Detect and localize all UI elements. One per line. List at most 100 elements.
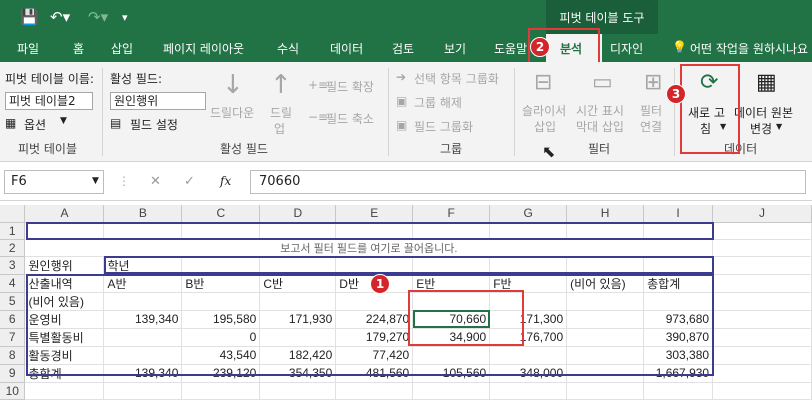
column-header[interactable]: J [712,205,812,223]
row-header[interactable]: 5 [0,292,26,311]
row-header[interactable]: 7 [0,328,26,347]
change-source-label-2: 변경 [750,122,773,136]
chevron-down-icon: ▼ [776,122,783,131]
step-badge-3: 3 [666,84,686,104]
change-source-icon: ▦ [756,70,777,95]
drill-up-icon: ↑ [270,70,292,100]
tab-page-layout[interactable]: 페이지 레이아웃 [163,40,244,57]
name-box-dropdown-icon[interactable]: ▼ [92,176,99,186]
insert-function-icon[interactable]: fx [220,174,231,188]
group-field-button[interactable]: 필드 그룹화 [414,118,473,135]
cell[interactable] [103,382,183,400]
mouse-cursor-icon: ⬉ [542,142,556,161]
cell[interactable]: 보고서 필터 필드를 여기로 끌어옵니다. [24,239,714,257]
cancel-icon[interactable]: ✕ [150,174,161,189]
cell[interactable] [712,274,812,293]
pivot-name-input[interactable]: 피벗 테이블2 [5,92,93,110]
group-selection-button[interactable]: 선택 항목 그룹화 [414,70,499,87]
tab-home[interactable]: 홈 [73,40,84,57]
cell[interactable] [412,382,491,400]
column-header[interactable]: B [103,205,183,223]
cell[interactable] [712,239,812,257]
cell[interactable] [712,222,812,240]
highlight-values [408,290,524,346]
separator [388,68,389,156]
row-header[interactable]: 10 [0,382,26,400]
row-header[interactable]: 9 [0,364,26,383]
column-header[interactable]: C [181,205,261,223]
cell[interactable] [335,382,414,400]
filter-connections-button[interactable]: 필터 [640,102,662,119]
drill-down-button[interactable]: 드릴다운 [210,104,254,121]
cell[interactable] [489,382,568,400]
group-pivot-label: 피벗 테이블 [18,142,78,156]
drill-up-button[interactable]: 드릴 [270,104,292,121]
column-header[interactable]: D [259,205,337,223]
ungroup-button[interactable]: 그룹 해제 [414,94,462,111]
save-icon[interactable]: 💾 [20,8,39,26]
row-header[interactable]: 2 [0,239,26,257]
group-active-label: 활성 필드 [220,142,268,156]
filter-connections-label-2: 연결 [640,120,663,134]
customize-qat-icon[interactable]: ▾ [122,11,128,24]
separator [674,68,675,156]
tab-formulas[interactable]: 수식 [277,40,299,57]
redo-icon[interactable]: ↷▾ [88,8,108,26]
options-button[interactable]: 옵션 [24,116,46,133]
select-all-corner[interactable] [0,205,26,223]
active-field-input[interactable]: 원인행위 [110,92,206,110]
column-header[interactable]: A [24,205,105,223]
row-header[interactable]: 6 [0,310,26,329]
tab-help[interactable]: 도움말 [494,40,527,57]
tab-data[interactable]: 데이터 [330,40,363,57]
more-icon: ⋮ [118,174,130,188]
column-header[interactable]: H [566,205,645,223]
cell[interactable] [566,382,645,400]
pivot-table-body [26,274,714,376]
tab-insert[interactable]: 삽입 [111,40,133,57]
column-header[interactable]: I [643,205,714,223]
tell-me-search[interactable]: 어떤 작업을 원하시나요 [690,40,808,57]
formula-input[interactable]: 70660 [250,170,806,194]
row-header[interactable]: 3 [0,256,26,275]
insert-slicer-label-2: 삽입 [534,120,557,134]
insert-slicer-button[interactable]: 슬라이서 [522,102,566,119]
row-header[interactable]: 1 [0,222,26,240]
column-header[interactable]: F [412,205,491,223]
row-header[interactable]: 4 [0,274,26,293]
highlight-refresh-button [680,64,740,154]
cell[interactable] [712,292,812,311]
tab-view[interactable]: 보기 [444,40,466,57]
cell[interactable] [259,382,337,400]
tab-design[interactable]: 디자인 [610,40,643,57]
group-field-icon: ▣ [396,118,408,132]
cell[interactable] [712,346,812,365]
insert-timeline-button[interactable]: 시간 표시 [576,102,624,119]
cell[interactable] [712,364,812,383]
tab-review[interactable]: 검토 [392,40,414,57]
cell[interactable] [24,382,105,400]
field-settings-icon: ▤ [110,116,122,130]
report-filter-drop-zone[interactable] [26,222,714,240]
collapse-field-button[interactable]: 필드 축소 [326,110,374,127]
group-selection-icon: ➔ [396,70,407,84]
column-header[interactable]: G [489,205,568,223]
name-box[interactable]: F6 [4,170,104,194]
cell[interactable] [643,382,714,400]
chevron-down-icon: ▼ [60,116,67,126]
step-badge-1: 1 [370,274,390,294]
column-header[interactable]: E [335,205,414,223]
row-header[interactable]: 8 [0,346,26,365]
cell[interactable] [712,382,812,400]
undo-icon[interactable]: ↶▾ [50,8,70,26]
cell[interactable] [712,256,812,275]
cell[interactable] [712,310,812,329]
enter-icon[interactable]: ✓ [184,174,195,189]
cell[interactable] [712,328,812,347]
cell[interactable]: 원인행위 [24,256,105,275]
field-settings-button[interactable]: 필드 설정 [130,116,178,133]
change-source-button[interactable]: 데이터 원본 [734,104,793,121]
cell[interactable] [181,382,261,400]
tab-file[interactable]: 파일 [17,40,39,57]
expand-field-button[interactable]: 필드 확장 [326,78,374,95]
